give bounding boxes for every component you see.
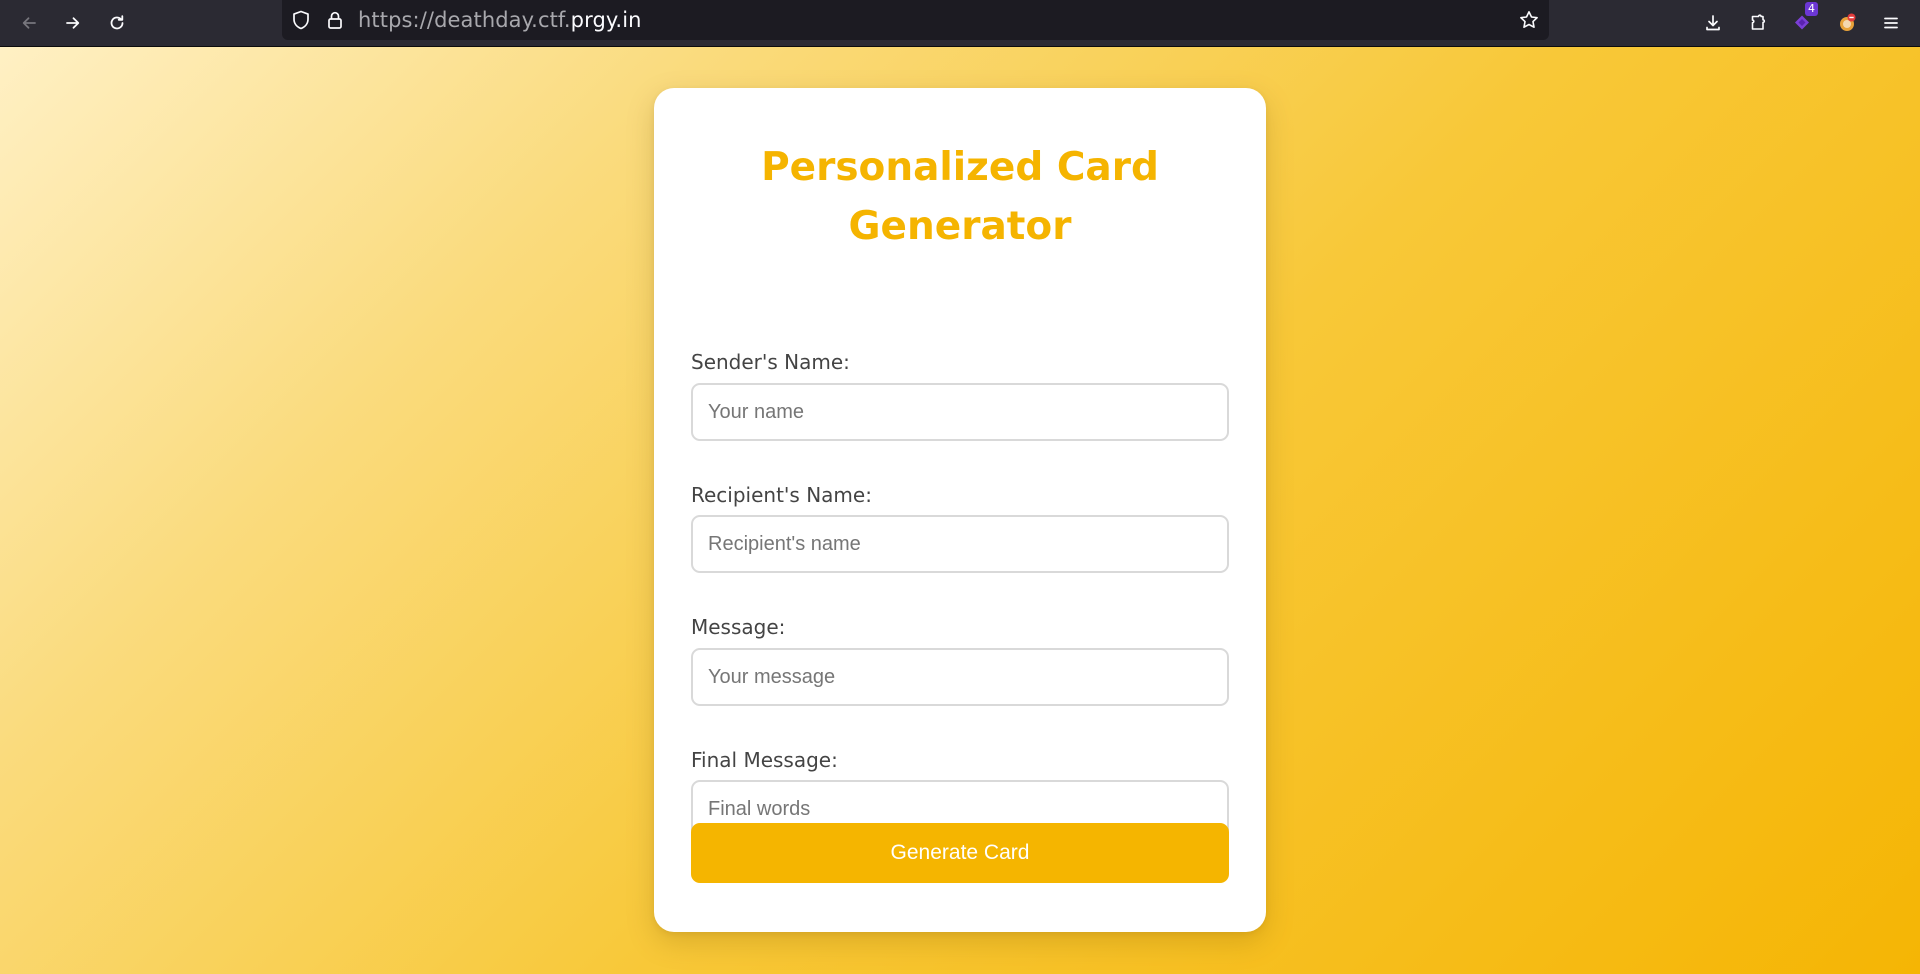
url-host: prgy.in (570, 8, 642, 32)
final-message-label: Final Message: (691, 748, 838, 772)
account-button[interactable] (1829, 5, 1865, 41)
recipient-name-input[interactable] (691, 515, 1229, 573)
card-form: Personalized Card Generator Sender's Nam… (654, 88, 1266, 932)
forward-icon (66, 17, 80, 29)
back-icon (22, 17, 36, 29)
url-bar[interactable]: https://deathday.ctf.prgy.in (282, 0, 1549, 40)
url-text[interactable]: https://deathday.ctf.prgy.in (358, 7, 642, 33)
bookmark-star-button[interactable] (1518, 9, 1540, 31)
extensions-button[interactable] (1740, 5, 1776, 41)
account-icon (1840, 13, 1856, 31)
page-background: Personalized Card Generator Sender's Nam… (0, 47, 1920, 974)
extension-badge: 4 (1805, 2, 1818, 16)
extension-button[interactable]: 4 (1784, 2, 1820, 41)
reload-icon (110, 15, 124, 30)
browser-toolbar: https://deathday.ctf.prgy.in 4 (0, 0, 1920, 47)
menu-icon (1884, 17, 1898, 29)
page-title: Personalized Card Generator (761, 145, 1159, 249)
message-label: Message: (691, 615, 786, 639)
download-icon (1706, 15, 1720, 31)
extensions-icon (1751, 14, 1766, 30)
message-input[interactable] (691, 648, 1229, 706)
reload-button[interactable] (99, 5, 135, 41)
shield-icon[interactable] (290, 9, 312, 31)
forward-button[interactable] (55, 5, 91, 41)
menu-button[interactable] (1873, 5, 1909, 41)
url-prefix: https://deathday.ctf. (358, 8, 571, 32)
back-button[interactable] (11, 5, 47, 41)
sender-name-label: Sender's Name: (691, 350, 850, 374)
extension-icon (1795, 15, 1809, 30)
recipient-name-label: Recipient's Name: (691, 483, 872, 507)
lock-icon[interactable] (324, 9, 346, 31)
downloads-button[interactable] (1695, 5, 1731, 41)
sender-name-input[interactable] (691, 383, 1229, 441)
generate-card-button[interactable]: Generate Card (691, 823, 1229, 883)
star-icon (1520, 11, 1538, 28)
